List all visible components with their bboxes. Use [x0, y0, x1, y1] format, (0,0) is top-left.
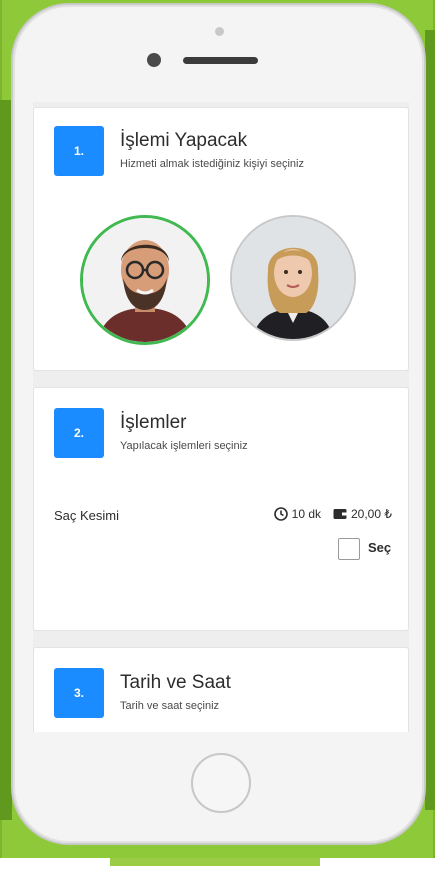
- service-select-checkbox[interactable]: [338, 538, 360, 560]
- step-subtitle: Yapılacak işlemleri seçiniz: [120, 440, 248, 452]
- service-select-label[interactable]: Seç: [368, 540, 391, 555]
- step-card-staff: 1. İşlemi Yapacak Hizmeti almak istediği…: [33, 107, 409, 371]
- speaker-grille: [183, 57, 258, 64]
- step-title: İşlemler: [120, 412, 187, 433]
- service-meta: 10 dk 20,00 ₺: [273, 507, 392, 521]
- service-duration: 10 dk: [291, 507, 321, 521]
- phone-screen: 1. İşlemi Yapacak Hizmeti almak istediği…: [33, 102, 409, 732]
- step-card-datetime: 3. Tarih ve Saat Tarih ve saat seçiniz: [33, 647, 409, 732]
- bottom-bar: [110, 858, 320, 866]
- staff-avatar-male[interactable]: [80, 215, 210, 345]
- service-price: 20,00 ₺: [351, 507, 392, 521]
- frame-stripe-right: [425, 30, 435, 810]
- step-card-services: 2. İşlemler Yapılacak işlemleri seçiniz …: [33, 387, 409, 631]
- step-subtitle: Tarih ve saat seçiniz: [120, 700, 220, 712]
- clock-icon: [273, 507, 288, 521]
- step-subtitle: Hizmeti almak istediğiniz kişiyi seçiniz: [120, 158, 304, 170]
- step-number-badge: 2.: [54, 408, 104, 458]
- phone-mockup: 1. İşlemi Yapacak Hizmeti almak istediği…: [11, 3, 426, 845]
- home-button[interactable]: [191, 753, 251, 813]
- step-number-badge: 3.: [54, 668, 104, 718]
- male-portrait-icon: [83, 218, 207, 342]
- service-name: Saç Kesimi: [54, 508, 120, 523]
- staff-avatar-female[interactable]: [230, 215, 356, 341]
- female-portrait-icon: [232, 217, 354, 339]
- wallet-icon: [333, 509, 347, 519]
- step-title: Tarih ve Saat: [120, 672, 231, 693]
- camera-icon: [215, 27, 224, 36]
- sensor-icon: [147, 53, 161, 67]
- step-number-badge: 1.: [54, 126, 104, 176]
- step-title: İşlemi Yapacak: [120, 130, 248, 151]
